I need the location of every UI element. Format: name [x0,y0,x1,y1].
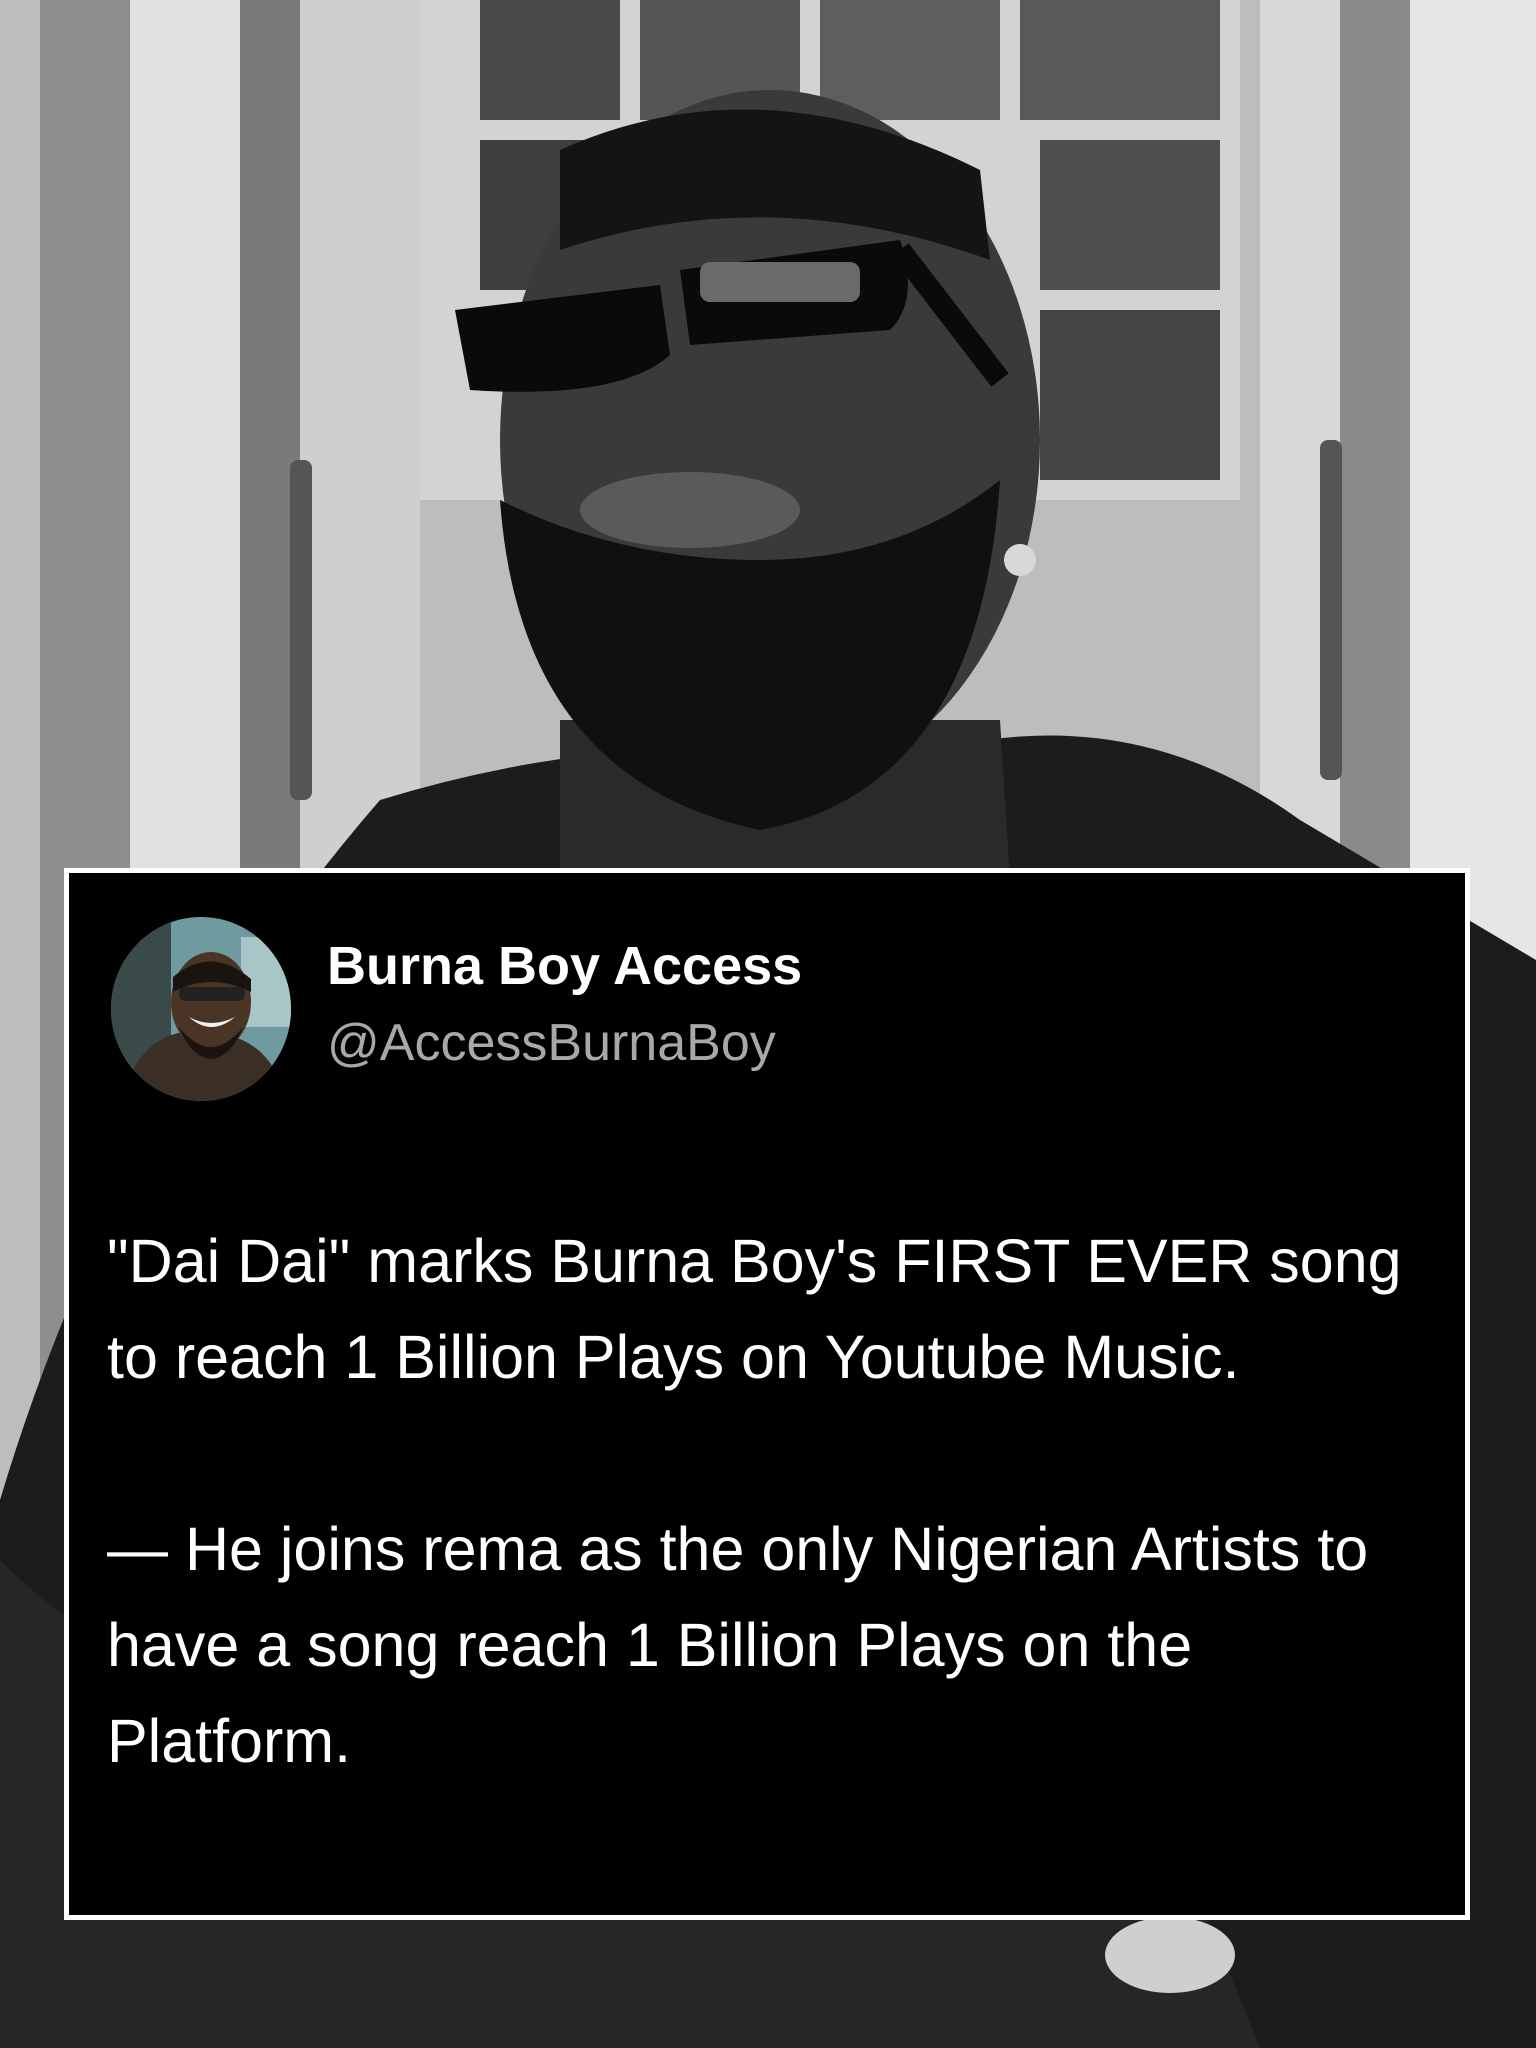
avatar[interactable] [111,917,291,1101]
tweet-paragraph: — He joins rema as the only Nigerian Art… [107,1515,1369,1775]
avatar-photo-icon [111,917,291,1101]
tweet-card: Burna Boy Access @AccessBurnaBoy "Dai Da… [64,868,1470,1920]
display-name[interactable]: Burna Boy Access [327,935,802,997]
user-handle[interactable]: @AccessBurnaBoy [327,1013,776,1073]
tweet-text: "Dai Dai" marks Burna Boy's FIRST EVER s… [107,1213,1427,1789]
tweet-paragraph: "Dai Dai" marks Burna Boy's FIRST EVER s… [107,1227,1402,1391]
post-image: Burna Boy Access @AccessBurnaBoy "Dai Da… [0,0,1536,2048]
